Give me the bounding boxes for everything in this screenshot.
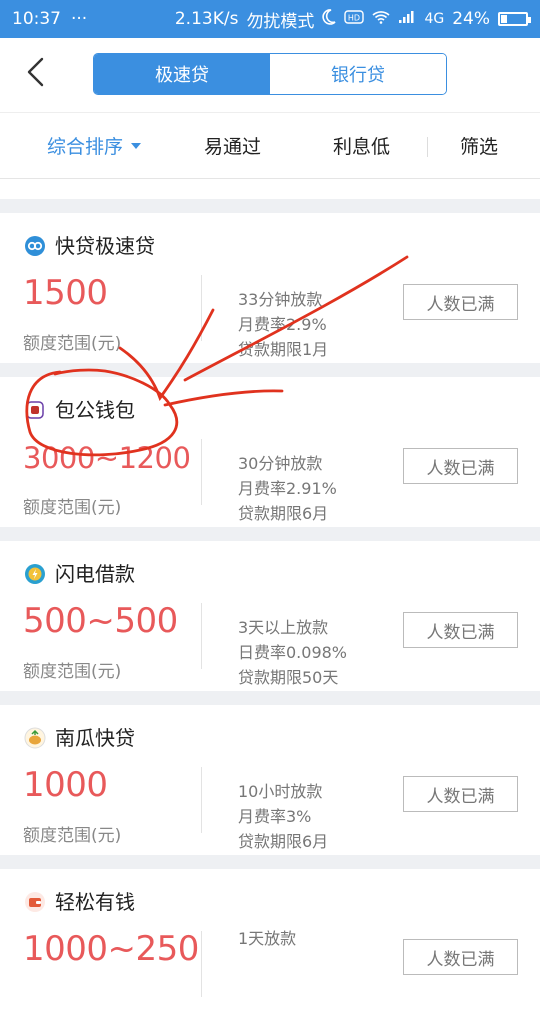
loan-range-label: 额度范围(元) (23, 334, 122, 354)
filter-low-interest-label: 利息低 (333, 136, 391, 158)
card-divider (201, 603, 202, 669)
loan-rate: 月费率2.9% (238, 315, 327, 334)
status-dots: ··· (71, 9, 88, 29)
card-divider (201, 931, 202, 997)
tab-bank-loan[interactable]: 银行贷 (270, 54, 446, 94)
status-network: 4G (424, 11, 445, 27)
loan-card[interactable]: 闪电借款 500~500 额度范围(元) 3天以上放款 日费率0.098% 贷款… (0, 541, 540, 691)
top-bar: 极速贷 银行贷 (0, 38, 540, 113)
loan-term: 贷款期限6月 (238, 504, 329, 523)
loan-status-button[interactable]: 人数已满 (403, 939, 518, 975)
loan-rate: 月费率3% (238, 807, 312, 826)
filter-easy-pass[interactable]: 易通过 (204, 113, 261, 178)
loan-status-button[interactable]: 人数已满 (403, 284, 518, 320)
loan-speed: 10小时放款 (238, 782, 323, 801)
filter-screen[interactable]: 筛选 (460, 113, 498, 178)
list-separator (0, 855, 540, 869)
loan-logo-icon (24, 563, 46, 585)
svg-text:HD: HD (348, 14, 360, 23)
loan-rate: 月费率2.91% (238, 479, 337, 498)
filter-sort-label: 综合排序 (47, 136, 124, 158)
filter-screen-label: 筛选 (460, 136, 499, 158)
loan-amount: 1000~250 (23, 929, 199, 969)
loan-card[interactable]: 南瓜快贷 1000 额度范围(元) 10小时放款 月费率3% 贷款期限6月 人数… (0, 705, 540, 855)
loan-speed: 3天以上放款 (238, 618, 329, 637)
hd-icon: HD (344, 9, 365, 29)
status-bar: 10:37 ··· 2.13K/s 勿扰模式 HD 4G 24% (0, 0, 540, 38)
list-separator (0, 199, 540, 213)
loan-status-button[interactable]: 人数已满 (403, 612, 518, 648)
loan-logo-icon (24, 891, 46, 913)
list-separator (0, 691, 540, 705)
loan-card[interactable]: 包公钱包 3000~1200 额度范围(元) 30分钟放款 月费率2.91% 贷… (0, 377, 540, 527)
loan-amount: 1000 (23, 765, 108, 805)
loan-logo-icon (24, 727, 46, 749)
filter-low-interest[interactable]: 利息低 (333, 113, 390, 178)
loan-name: 快贷极速贷 (55, 234, 155, 258)
loan-speed: 1天放款 (238, 929, 297, 948)
signal-icon (398, 9, 416, 29)
moon-icon (322, 8, 336, 30)
loan-status-button[interactable]: 人数已满 (403, 448, 518, 484)
loan-status-button[interactable]: 人数已满 (403, 776, 518, 812)
loan-name: 南瓜快贷 (55, 726, 135, 750)
loan-name: 轻松有钱 (55, 890, 135, 914)
list-separator (0, 527, 540, 541)
loan-name: 闪电借款 (55, 562, 135, 586)
loan-range-label: 额度范围(元) (23, 826, 122, 846)
tab-fast-loan[interactable]: 极速贷 (94, 54, 270, 94)
loan-amount: 500~500 (23, 601, 178, 641)
battery-icon (498, 12, 531, 26)
back-button[interactable] (18, 56, 54, 92)
loan-speed: 33分钟放款 (238, 290, 323, 309)
filter-sort[interactable]: 综合排序 (47, 113, 142, 178)
status-speed: 2.13K/s (174, 9, 239, 29)
filter-divider (427, 137, 428, 157)
loan-term: 贷款期限1月 (238, 340, 329, 359)
filter-easy-pass-label: 易通过 (204, 136, 262, 158)
loan-card[interactable]: 快贷极速贷 1500 额度范围(元) 33分钟放款 月费率2.9% 贷款期限1月… (0, 213, 540, 363)
loan-logo-icon (24, 399, 46, 421)
loan-amount: 1500 (23, 273, 108, 313)
card-divider (201, 439, 202, 505)
loan-amount: 3000~1200 (23, 441, 191, 475)
loan-name: 包公钱包 (55, 398, 135, 422)
loan-range-label: 额度范围(元) (23, 662, 122, 682)
status-battery-percent: 24% (452, 9, 490, 29)
wifi-icon (372, 9, 390, 29)
status-time: 10:37 (12, 9, 61, 29)
loan-rate: 日费率0.098% (238, 643, 348, 662)
battery-fill (501, 15, 507, 23)
loan-term: 贷款期限6月 (238, 832, 329, 851)
loan-logo-icon (24, 235, 46, 257)
loan-term: 贷款期限50天 (238, 668, 339, 687)
loan-type-switch: 极速贷 银行贷 (93, 53, 447, 95)
list-separator (0, 363, 540, 377)
status-mode: 勿扰模式 (246, 11, 315, 32)
chevron-left-icon (24, 56, 48, 92)
card-divider (201, 275, 202, 341)
loan-range-label: 额度范围(元) (23, 498, 122, 518)
card-divider (201, 767, 202, 833)
filter-bar: 综合排序 易通过 利息低 筛选 (0, 113, 540, 179)
list-top-space (0, 179, 540, 199)
loan-card[interactable]: 轻松有钱 1000~250 1天放款 人数已满 (0, 869, 540, 1019)
caret-down-icon (131, 142, 142, 149)
loan-speed: 30分钟放款 (238, 454, 323, 473)
